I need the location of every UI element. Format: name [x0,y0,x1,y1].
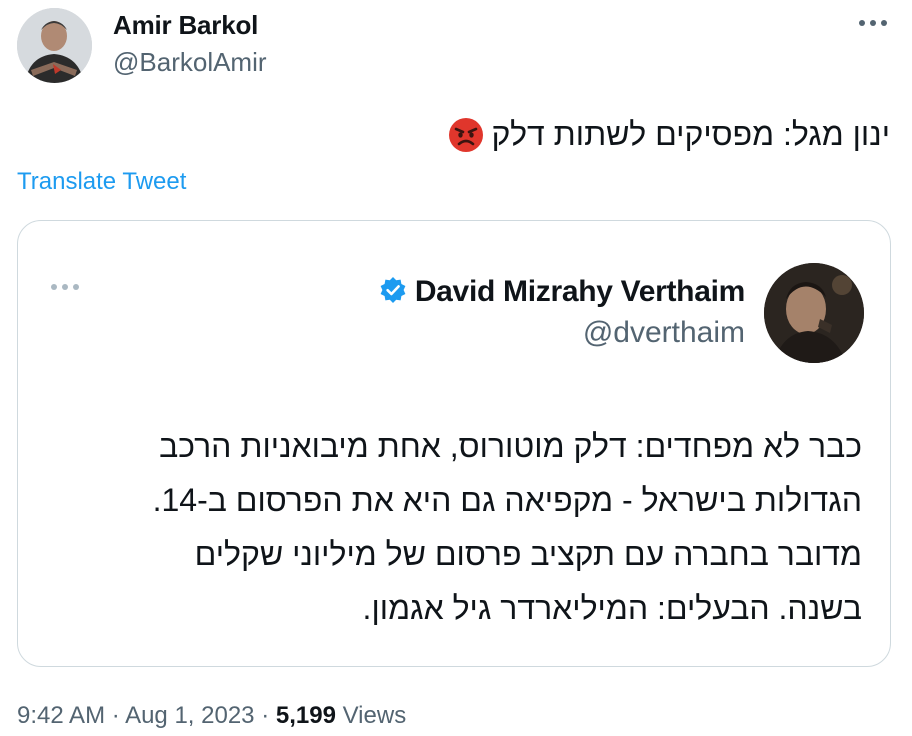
verified-badge-icon [379,276,407,309]
quoted-author-handle[interactable]: @dverthaim [583,316,745,350]
author-name[interactable]: Amir Barkol [113,10,258,41]
translate-tweet-link[interactable]: Translate Tweet [17,168,186,196]
tweet-time[interactable]: 9:42 AM [17,702,105,729]
tweet-date[interactable]: Aug 1, 2023 [125,702,254,729]
angry-face-icon [448,117,484,153]
quoted-tweet-text: כבר לא מפחדים: דלק מוטורוס, אחת מיבואניו… [72,419,862,635]
meta-separator: · [261,702,270,729]
quoted-tweet[interactable]: David Mizrahy Verthaim @dverthaim כבר לא… [17,220,891,667]
quoted-more-options-icon[interactable] [48,277,82,297]
tweet-text: ינון מגל: מפסיקים לשתות דלק [491,116,891,152]
more-options-icon[interactable] [856,10,890,36]
quoted-text-line: בשנה. הבעלים: המיליארדר גיל אגמון. [362,590,862,626]
author-handle[interactable]: @BarkolAmir [113,47,267,78]
quoted-text-line: כבר לא מפחדים: דלק מוטורוס, אחת מיבואניו… [159,428,862,464]
quoted-text-line: מדובר בחברה עם תקציב פרסום של מיליוני שק… [194,536,862,572]
quoted-author-name[interactable]: David Mizrahy Verthaim [415,275,745,309]
quoted-author-avatar[interactable] [764,263,864,363]
quoted-text-line: הגדולות בישראל - מקפיאה גם היא את הפרסום… [152,482,862,518]
tweet: Amir Barkol @BarkolAmir ינון מגל: מפסיקי… [0,0,912,736]
quoted-author-row: David Mizrahy Verthaim [379,275,745,309]
views-label[interactable]: Views [343,702,407,729]
tweet-text-row: ינון מגל: מפסיקים לשתות דלק [448,116,891,153]
tweet-metadata: 9:42 AM · Aug 1, 2023 · 5,199 Views [17,702,406,730]
author-avatar[interactable] [17,8,92,83]
views-count[interactable]: 5,199 [276,702,336,729]
meta-separator: · [111,702,120,729]
